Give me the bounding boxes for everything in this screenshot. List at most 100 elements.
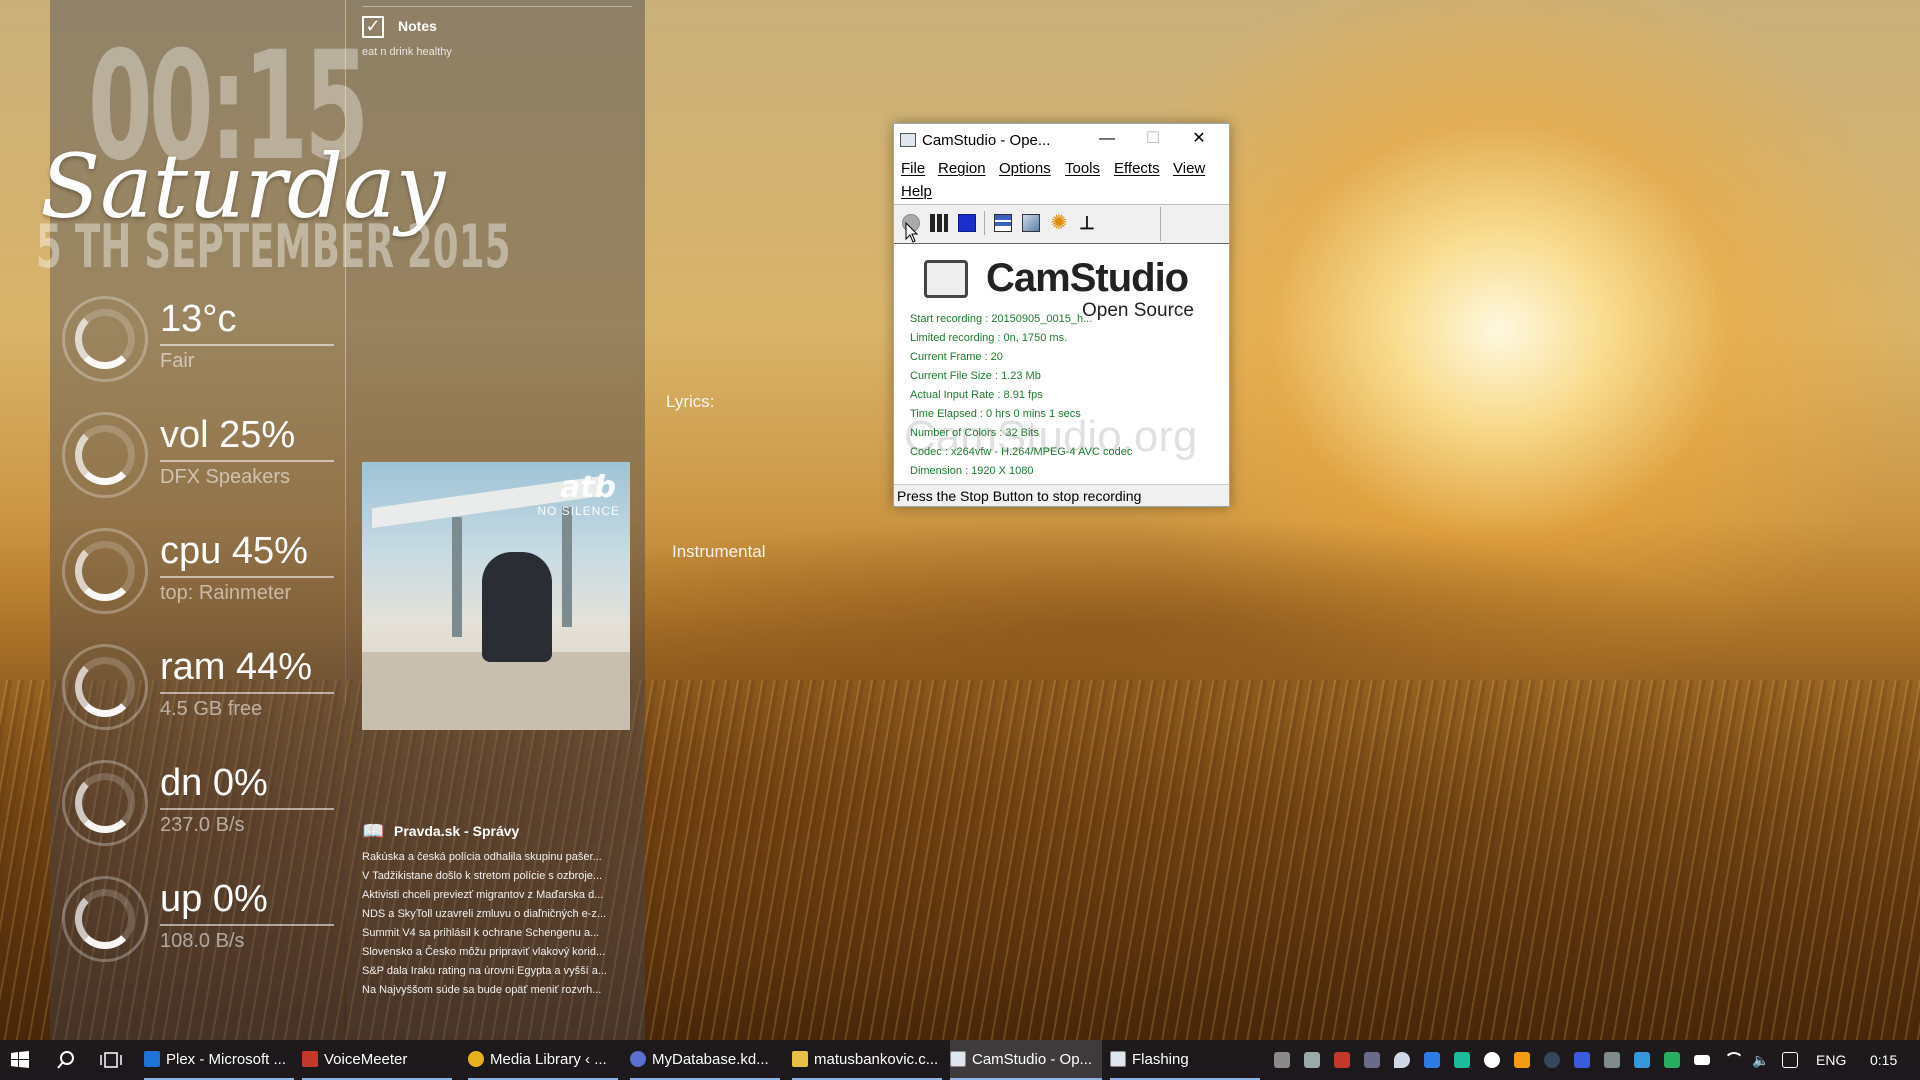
menu-effects[interactable]: Effects xyxy=(1114,160,1160,177)
taskbar-item-plex[interactable]: Plex - Microsoft ... xyxy=(144,1040,294,1080)
volume-device: DFX Speakers xyxy=(160,466,291,488)
recording-stats-list: Start recording : 20150905_0015_h... Lim… xyxy=(910,310,1132,481)
window-title: CamStudio - Ope... xyxy=(922,132,1051,149)
search-icon[interactable] xyxy=(56,1050,76,1070)
taskbar-item-flashing[interactable]: Flashing xyxy=(1110,1040,1260,1080)
album-art-pillar xyxy=(562,507,572,627)
weather-condition: Fair xyxy=(160,350,195,372)
taskbar-item-media-library[interactable]: Media Library ‹ ... xyxy=(468,1040,618,1080)
feed-item[interactable]: Na Najvyššom súde sa bude opäť meniť roz… xyxy=(362,981,632,1000)
feed-item[interactable]: NDS a SkyToll uzavreli zmluvu o diaľničn… xyxy=(362,905,632,924)
stat-divider xyxy=(160,344,334,346)
notes-text[interactable]: eat n drink healthy xyxy=(362,46,452,58)
wifi-icon[interactable] xyxy=(1724,1052,1744,1072)
book-icon: 📖 xyxy=(362,821,385,841)
stat-start-recording: Start recording : 20150905_0015_h... xyxy=(910,313,1093,325)
folder-icon xyxy=(792,1051,808,1067)
menu-tools[interactable]: Tools xyxy=(1065,160,1100,177)
feed-item[interactable]: Aktivisti chceli previezť migrantov z Ma… xyxy=(362,886,632,905)
volume-widget[interactable]: vol 25% DFX Speakers xyxy=(60,412,350,512)
feed-item[interactable]: Rakúska a česká polícia odhalila skupinu… xyxy=(362,848,632,867)
window-titlebar[interactable]: CamStudio - Ope... — ☐ ✕ xyxy=(894,124,1229,156)
upload-widget: up 0% 108.0 B/s xyxy=(60,876,350,976)
menu-view[interactable]: View xyxy=(1173,160,1205,177)
menu-bar: File Region Options Tools Effects View H… xyxy=(894,156,1229,204)
lyrics-label: Lyrics: xyxy=(666,392,715,411)
checkbox-icon[interactable]: ✓ xyxy=(362,16,384,38)
task-label: Plex - Microsoft ... xyxy=(166,1051,287,1068)
minimize-tray-icon[interactable]: ⊥ xyxy=(1078,214,1096,232)
tray-app-icon[interactable] xyxy=(1604,1052,1620,1068)
weather-temp: 13°c xyxy=(160,298,237,340)
taskbar-item-voicemeeter[interactable]: VoiceMeeter xyxy=(302,1040,452,1080)
camstudio-window[interactable]: CamStudio - Ope... — ☐ ✕ File Region Opt… xyxy=(893,123,1230,507)
album-art-pillar xyxy=(452,517,462,637)
album-title: NO SILENCE xyxy=(537,504,620,518)
tray-meter-icon[interactable] xyxy=(1334,1052,1350,1068)
feed-item[interactable]: Summit V4 sa prihlásil k ochrane Schenge… xyxy=(362,924,632,943)
chrome-icon xyxy=(468,1051,484,1067)
battery-icon[interactable] xyxy=(1694,1055,1710,1065)
windows-icon[interactable] xyxy=(10,1050,30,1070)
recording-info-area: CamStudio Open Source CamStudio.org Star… xyxy=(894,244,1229,482)
ram-widget: ram 44% 4.5 GB free xyxy=(60,644,350,744)
pause-icon[interactable] xyxy=(930,214,948,232)
language-indicator[interactable]: ENG xyxy=(1816,1040,1846,1080)
tray-plex-icon[interactable] xyxy=(1514,1052,1530,1068)
close-button[interactable]: ✕ xyxy=(1176,128,1222,152)
taskbar-item-matusbankovic[interactable]: matusbankovic.c... xyxy=(792,1040,942,1080)
tray-drop-icon[interactable] xyxy=(1394,1052,1410,1068)
taskbar-item-mydatabase[interactable]: MyDatabase.kd... xyxy=(630,1040,780,1080)
weather-ring-gauge xyxy=(62,296,148,382)
lyrics-text: Instrumental xyxy=(672,542,766,561)
taskbar-item-camstudio[interactable]: CamStudio - Op... xyxy=(950,1040,1102,1080)
action-center-icon[interactable] xyxy=(1782,1052,1798,1068)
notes-title[interactable]: Notes xyxy=(398,18,437,34)
stat-colors: Number of Colors : 32 Bits xyxy=(910,427,1039,439)
stat-dimension: Dimension : 1920 X 1080 xyxy=(910,465,1034,477)
download-usage: dn 0% xyxy=(160,762,268,804)
bluetooth-icon[interactable] xyxy=(1424,1052,1440,1068)
task-view-icon[interactable] xyxy=(100,1050,122,1070)
camstudio-app-icon[interactable] xyxy=(900,133,916,147)
minimize-button[interactable]: — xyxy=(1084,128,1130,152)
tray-app-icon[interactable] xyxy=(1274,1052,1290,1068)
cpu-top-process: top: Rainmeter xyxy=(160,582,292,604)
stop-icon[interactable] xyxy=(958,214,976,232)
menu-region[interactable]: Region xyxy=(938,160,986,177)
weather-widget: 13°c Fair xyxy=(60,296,350,396)
volume-ring-gauge xyxy=(62,412,148,498)
menu-options[interactable]: Options xyxy=(999,160,1051,177)
feed-item[interactable]: Slovensko a Česko môžu pripraviť vlakový… xyxy=(362,943,632,962)
upload-ring-gauge xyxy=(62,876,148,962)
menu-help[interactable]: Help xyxy=(901,183,932,200)
download-widget: dn 0% 237.0 B/s xyxy=(60,760,350,860)
tray-app-icon[interactable] xyxy=(1454,1052,1470,1068)
video-options-icon[interactable] xyxy=(1022,214,1040,232)
task-label: MyDatabase.kd... xyxy=(652,1051,769,1068)
tray-app-icon[interactable] xyxy=(1364,1052,1380,1068)
feed-title[interactable]: Pravda.sk - Správy xyxy=(394,823,519,839)
region-icon[interactable] xyxy=(994,214,1012,232)
task-label: Flashing xyxy=(1132,1051,1189,1068)
stat-limited-recording: Limited recording : 0n, 1750 ms. xyxy=(910,332,1068,344)
stat-divider xyxy=(160,460,334,462)
steam-icon[interactable] xyxy=(1544,1052,1560,1068)
taskbar-clock[interactable]: 0:15 xyxy=(1870,1040,1897,1080)
menu-file[interactable]: File xyxy=(901,160,925,177)
cloud-icon[interactable] xyxy=(1484,1052,1500,1068)
tray-app-icon[interactable] xyxy=(1634,1052,1650,1068)
volume-icon[interactable]: 🔈 xyxy=(1752,1052,1769,1068)
feed-list: Rakúska a česká polícia odhalila skupinu… xyxy=(362,848,632,1000)
task-label: Media Library ‹ ... xyxy=(490,1051,607,1068)
album-art[interactable]: atb NO SILENCE xyxy=(362,462,630,730)
stat-divider xyxy=(160,692,334,694)
maximize-button[interactable]: ☐ xyxy=(1130,128,1176,152)
settings-sun-icon[interactable]: ✺ xyxy=(1050,213,1068,233)
nvidia-icon[interactable] xyxy=(1664,1052,1680,1068)
keepass-tray-icon[interactable] xyxy=(1574,1052,1590,1068)
feed-item[interactable]: V Tadžikistane došlo k stretom polície s… xyxy=(362,867,632,886)
feed-item[interactable]: S&P dala Iraku rating na úrovni Egypta a… xyxy=(362,962,632,981)
window-icon xyxy=(1110,1051,1126,1067)
tray-app-icon[interactable] xyxy=(1304,1052,1320,1068)
